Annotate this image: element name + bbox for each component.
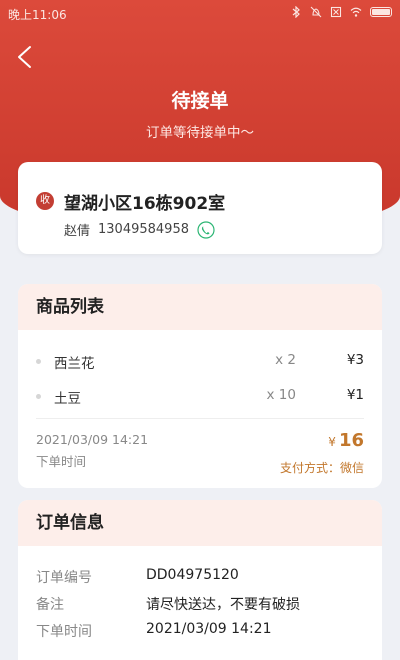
mute-icon <box>310 6 322 18</box>
contact-info: 赵倩 13049584958 <box>64 220 215 239</box>
info-value: 请尽快送达，不要有破损 <box>146 597 300 613</box>
total-value: 16 <box>338 430 364 451</box>
battery-icon <box>370 7 392 17</box>
list-item: 土豆 x 10 ¥1 <box>18 387 382 407</box>
goods-title: 商品列表 <box>18 284 382 330</box>
goods-qty: x 10 <box>266 387 296 403</box>
goods-name: 土豆 <box>54 391 81 407</box>
back-arrow-icon[interactable] <box>14 44 36 70</box>
address-line: 望湖小区16栋902室 <box>64 194 226 214</box>
goods-qty: x 2 <box>275 352 296 368</box>
status-icons <box>290 6 392 18</box>
pay-method: 支付方式：微信 <box>279 461 364 475</box>
order-time-label: 下单时间 <box>36 454 87 469</box>
goods-name: 西兰花 <box>54 356 95 372</box>
order-time: 2021/03/09 14:21 <box>36 432 149 447</box>
info-label: 备注 <box>36 597 64 613</box>
info-value: 2021/03/09 14:21 <box>146 621 272 637</box>
order-info-title: 订单信息 <box>18 500 382 546</box>
bluetooth-icon <box>292 6 300 18</box>
info-label: 下单时间 <box>36 624 92 640</box>
goods-card: 商品列表 西兰花 x 2 ¥3 土豆 x 10 ¥1 2021/03/09 14… <box>18 284 382 488</box>
wifi-icon <box>350 7 362 17</box>
currency-symbol: ¥ <box>328 435 336 449</box>
receiver-name: 赵倩 <box>64 224 91 239</box>
bullet-dot <box>36 359 41 364</box>
sim-icon <box>330 6 342 18</box>
order-info-card: 订单信息 订单编号 DD04975120 备注 请尽快送达，不要有破损 下单时间… <box>18 500 382 660</box>
bullet-dot <box>36 394 41 399</box>
status-bar: 晚上11:06 <box>0 0 400 28</box>
receiver-badge: 收 <box>36 192 54 210</box>
total-amount: ¥16 <box>328 430 364 451</box>
goods-price: ¥1 <box>346 387 364 403</box>
address-card: 收 望湖小区16栋902室 赵倩 13049584958 <box>18 162 382 254</box>
page-subtitle: 订单等待接单中～ <box>146 125 254 141</box>
goods-price: ¥3 <box>346 352 364 368</box>
divider <box>36 418 364 419</box>
phone-icon[interactable] <box>197 220 215 239</box>
info-value: DD04975120 <box>146 567 239 583</box>
status-time: 晚上11:06 <box>8 8 67 22</box>
receiver-phone: 13049584958 <box>98 222 189 237</box>
info-label: 订单编号 <box>36 570 92 586</box>
list-item: 西兰花 x 2 ¥3 <box>18 352 382 372</box>
page-title: 待接单 <box>171 90 229 112</box>
